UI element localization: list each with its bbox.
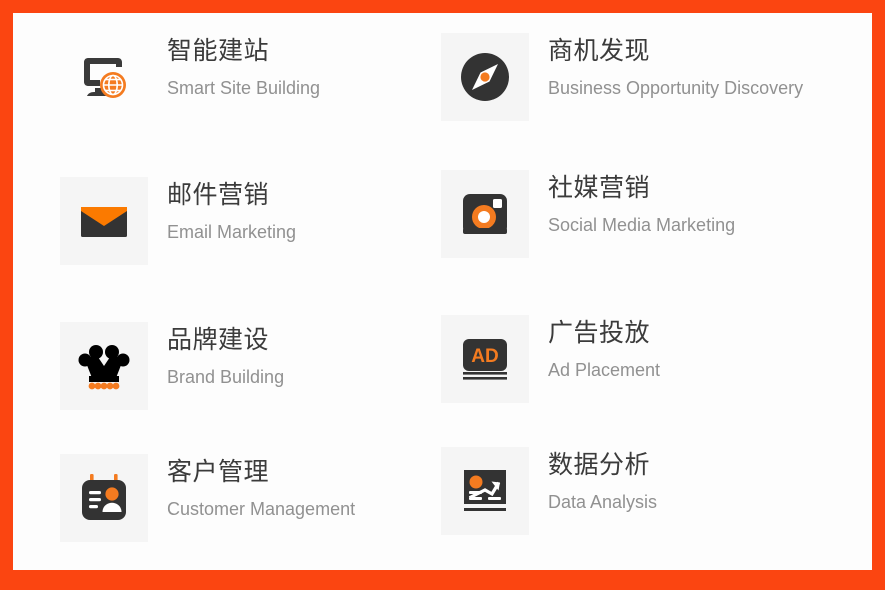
- service-text: 社媒营销 Social Media Marketing: [548, 170, 735, 237]
- service-text: 客户管理 Customer Management: [167, 454, 355, 521]
- icon-tile: [441, 170, 529, 258]
- service-item-email-marketing[interactable]: 邮件营销 Email Marketing: [60, 177, 296, 265]
- service-item-data-analysis[interactable]: 数据分析 Data Analysis: [441, 447, 657, 535]
- service-title-en: Data Analysis: [548, 492, 658, 512]
- ad-icon-label: AD: [471, 346, 498, 367]
- service-title-en: Smart Site Building: [167, 78, 321, 98]
- icon-tile: [60, 177, 148, 265]
- service-text: 智能建站 Smart Site Building: [167, 33, 320, 100]
- service-title-en: Customer Management: [167, 499, 356, 519]
- service-text: 品牌建设 Brand Building: [167, 322, 284, 389]
- service-text: 商机发现 Business Opportunity Discovery: [548, 33, 803, 100]
- icon-tile: [60, 454, 148, 542]
- service-title-cn: 商机发现: [548, 37, 651, 65]
- service-title-cn: 邮件营销: [167, 181, 270, 209]
- service-item-customer-management[interactable]: 客户管理 Customer Management: [60, 454, 355, 542]
- service-title-cn: 品牌建设: [167, 326, 270, 354]
- service-title-en: Email Marketing: [167, 222, 297, 242]
- service-item-business-opportunity-discovery[interactable]: 商机发现 Business Opportunity Discovery: [441, 33, 803, 121]
- service-item-ad-placement[interactable]: AD 广告投放 Ad Placement: [441, 315, 660, 403]
- service-title-cn: 广告投放: [548, 319, 651, 347]
- envelope-icon: [76, 193, 132, 249]
- service-text: 邮件营销 Email Marketing: [167, 177, 296, 244]
- service-text: 数据分析 Data Analysis: [548, 447, 657, 514]
- service-title-en: Social Media Marketing: [548, 215, 736, 235]
- service-item-social-media-marketing[interactable]: 社媒营销 Social Media Marketing: [441, 170, 735, 258]
- ad-billboard-icon: AD: [457, 331, 513, 387]
- icon-tile: [441, 33, 529, 121]
- icon-tile: [60, 33, 148, 121]
- service-title-cn: 客户管理: [167, 458, 270, 486]
- service-text: 广告投放 Ad Placement: [548, 315, 660, 382]
- service-item-brand-building[interactable]: 品牌建设 Brand Building: [60, 322, 284, 410]
- service-title-en: Business Opportunity Discovery: [548, 78, 804, 98]
- service-title-cn: 智能建站: [167, 37, 270, 65]
- service-title-en: Brand Building: [167, 367, 285, 387]
- customer-card-icon: [76, 470, 132, 526]
- monitor-globe-icon: [76, 49, 132, 105]
- content-frame: 智能建站 Smart Site Building 商机发现 Business O…: [13, 13, 872, 570]
- camera-social-icon: [457, 186, 513, 242]
- services-grid: 智能建站 Smart Site Building 商机发现 Business O…: [13, 13, 872, 570]
- service-title-cn: 数据分析: [548, 451, 651, 479]
- service-item-smart-site-building[interactable]: 智能建站 Smart Site Building: [60, 33, 320, 121]
- crown-icon: [76, 338, 132, 394]
- icon-tile: AD: [441, 315, 529, 403]
- icon-tile: [441, 447, 529, 535]
- service-title-en: Ad Placement: [548, 360, 661, 380]
- icon-tile: [60, 322, 148, 410]
- compass-icon: [457, 49, 513, 105]
- service-title-cn: 社媒营销: [548, 174, 651, 202]
- chart-analysis-icon: [457, 463, 513, 519]
